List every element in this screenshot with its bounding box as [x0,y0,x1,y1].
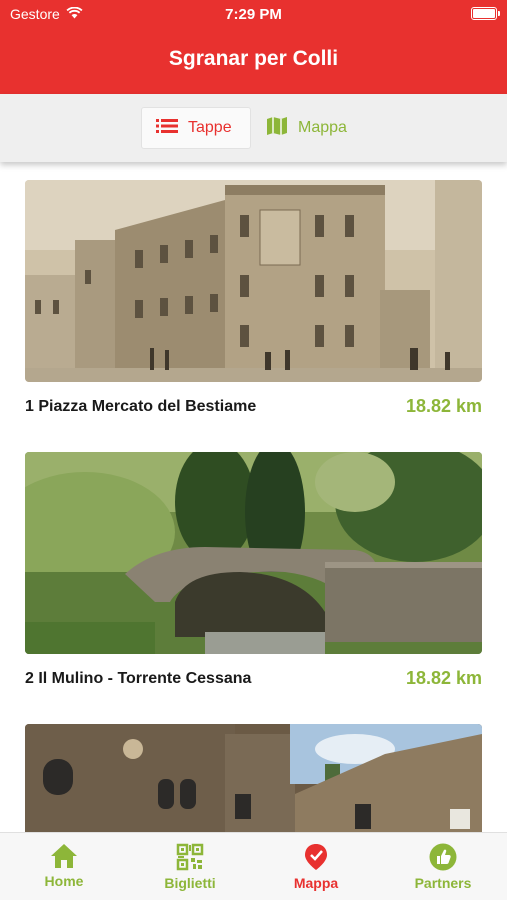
segmented-control: Tappe Mappa [0,94,507,162]
stage-photo [25,180,482,382]
bottom-tab-bar: Home Biglietti Mappa Partners [0,832,507,900]
list-icon [156,118,178,139]
tab-mappa[interactable]: Mappa [252,107,370,149]
tab-tappe-label: Tappe [188,119,232,136]
tabbar-label-mappa: Mappa [293,875,339,891]
page-title: Sgranar per Colli [168,47,339,70]
map-icon [266,115,288,142]
tabbar-item-home[interactable]: Home [9,843,119,889]
tabbar-label-home: Home [44,873,84,889]
qr-code-icon [176,843,204,871]
stage-distance: 18.82 km [405,396,482,416]
thumbs-up-icon [429,843,457,871]
status-time: 7:29 PM [225,6,282,23]
tabbar-label-biglietti: Biglietti [164,875,216,891]
app-header: Gestore 7:29 PM Sgranar per Colli [0,0,507,94]
home-icon [51,844,77,868]
stage-photo [25,452,482,654]
tab-tappe[interactable]: Tappe [141,107,251,149]
stage-card[interactable] [25,724,482,832]
stage-card[interactable]: 1 Piazza Mercato del Bestiame 18.82 km [25,180,482,420]
tabbar-item-biglietti[interactable]: Biglietti [135,843,245,891]
stage-distance: 18.82 km [405,668,482,688]
stage-title: 2 Il Mulino - Torrente Cessana [25,670,252,687]
map-pin-icon [305,844,327,870]
tabbar-item-mappa[interactable]: Mappa [261,843,371,891]
stage-card[interactable]: 2 Il Mulino - Torrente Cessana 18.82 km [25,452,482,692]
stage-title: 1 Piazza Mercato del Bestiame [25,398,257,415]
tab-mappa-label: Mappa [298,119,347,136]
stage-photo [25,724,482,832]
status-bar: Gestore 7:29 PM [0,0,507,28]
tabbar-label-partners: Partners [414,875,472,891]
battery-icon [471,7,500,20]
tabbar-item-partners[interactable]: Partners [388,843,498,891]
stage-list[interactable]: 1 Piazza Mercato del Bestiame 18.82 km 2… [0,162,507,832]
